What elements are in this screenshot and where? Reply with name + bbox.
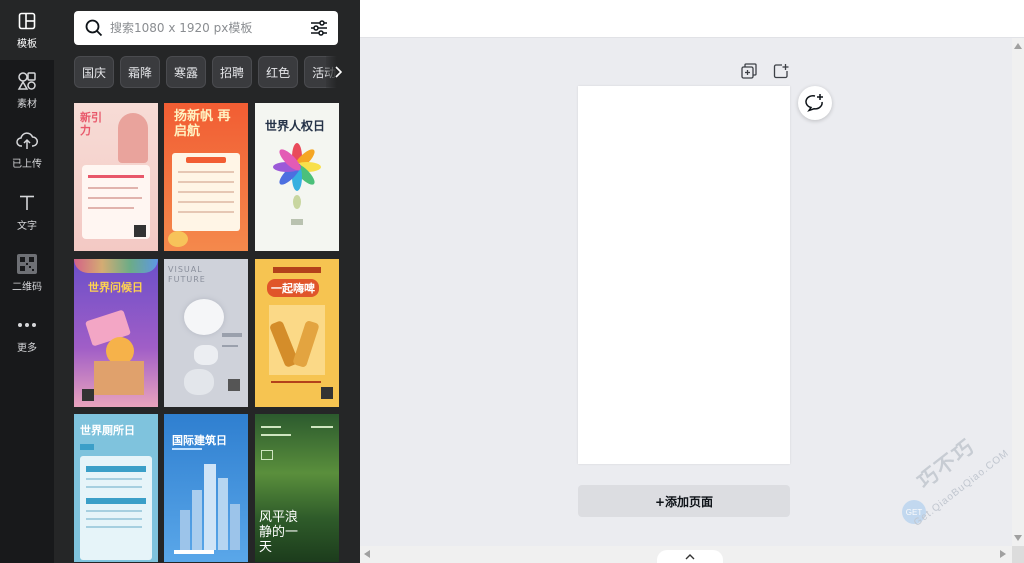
rail-item-label: 模板	[17, 39, 37, 50]
template-card[interactable]: 新引力	[74, 103, 158, 251]
chevron-up-icon	[685, 553, 695, 559]
rail-item-uploads[interactable]: 已上传	[0, 120, 54, 180]
chip-keyword[interactable]: 国庆	[74, 56, 115, 88]
chevron-right-icon	[335, 66, 342, 78]
left-rail: 模板 素材 已上传 文字 二维码 更多	[0, 0, 54, 563]
add-page-top-button[interactable]	[772, 62, 790, 80]
comment-add-icon	[805, 94, 823, 112]
template-title: 风平浪静的一天	[259, 510, 299, 555]
template-card[interactable]: 国际建筑日	[164, 414, 248, 562]
rail-item-label: 已上传	[12, 159, 42, 170]
scroll-down-arrow-icon[interactable]	[1014, 534, 1022, 542]
keyword-chips: 国庆 霜降 寒露 招聘 红色 活动	[74, 56, 352, 88]
rail-item-label: 更多	[17, 343, 37, 354]
scroll-right-arrow-icon[interactable]	[1000, 550, 1008, 558]
rail-item-elements[interactable]: 素材	[0, 60, 54, 120]
qrcode-icon	[16, 253, 38, 275]
search-box	[74, 11, 338, 45]
scroll-left-arrow-icon[interactable]	[364, 550, 372, 558]
rail-item-qrcode[interactable]: 二维码	[0, 243, 54, 303]
template-icon	[16, 10, 38, 32]
chip-keyword[interactable]: 寒露	[166, 56, 207, 88]
scrollbar-corner	[1012, 546, 1024, 563]
templates-panel: 国庆 霜降 寒露 招聘 红色 活动 新引力 扬新帆 再启航	[54, 0, 360, 563]
upload-cloud-icon	[16, 130, 38, 152]
template-card[interactable]: 扬新帆 再启航	[164, 103, 248, 251]
template-title: 一起嗨啤	[267, 279, 319, 297]
chip-keyword[interactable]: 霜降	[120, 56, 161, 88]
text-icon	[16, 192, 38, 214]
rail-item-label: 文字	[17, 221, 37, 232]
rail-item-templates[interactable]: 模板	[0, 0, 54, 60]
template-title: VISUAL FUTURE	[168, 265, 206, 284]
editor-topbar	[360, 0, 1024, 38]
page-toolbar	[740, 62, 790, 80]
scroll-up-arrow-icon[interactable]	[1014, 42, 1022, 50]
template-card[interactable]: 世界问候日	[74, 259, 158, 407]
rail-item-label: 二维码	[12, 282, 42, 293]
chips-next-button[interactable]	[326, 56, 350, 88]
template-title: 扬新帆 再启航	[174, 109, 231, 139]
add-page-icon	[773, 64, 789, 79]
template-title: 世界厕所日	[80, 424, 135, 437]
filter-sliders-icon[interactable]	[308, 17, 330, 39]
chip-keyword[interactable]: 红色	[258, 56, 299, 88]
add-page-button[interactable]: +添加页面	[578, 485, 790, 517]
template-card[interactable]: 世界人权日	[255, 103, 339, 251]
template-title: 世界人权日	[265, 119, 326, 133]
duplicate-page-button[interactable]	[740, 62, 758, 80]
search-icon	[84, 18, 104, 38]
template-title: 国际建筑日	[172, 434, 227, 447]
page-panel-toggle[interactable]	[657, 550, 723, 563]
template-card[interactable]: 风平浪静的一天	[255, 414, 339, 562]
add-comment-button[interactable]	[798, 86, 832, 120]
rail-item-more[interactable]: 更多	[0, 304, 54, 364]
duplicate-icon	[741, 63, 757, 79]
elements-icon	[16, 70, 38, 92]
template-title: 世界问候日	[88, 281, 143, 294]
template-title: 新引力	[80, 111, 102, 137]
template-card[interactable]: 一起嗨啤	[255, 259, 339, 407]
template-card[interactable]: VISUAL FUTURE	[164, 259, 248, 407]
more-dots-icon	[16, 314, 38, 336]
rail-item-label: 素材	[17, 99, 37, 110]
vertical-scrollbar[interactable]	[1012, 38, 1024, 546]
template-card[interactable]: 世界厕所日	[74, 414, 158, 562]
rail-item-text[interactable]: 文字	[0, 182, 54, 242]
chip-keyword[interactable]: 招聘	[212, 56, 253, 88]
search-input[interactable]	[110, 21, 308, 35]
design-page[interactable]	[578, 86, 790, 464]
